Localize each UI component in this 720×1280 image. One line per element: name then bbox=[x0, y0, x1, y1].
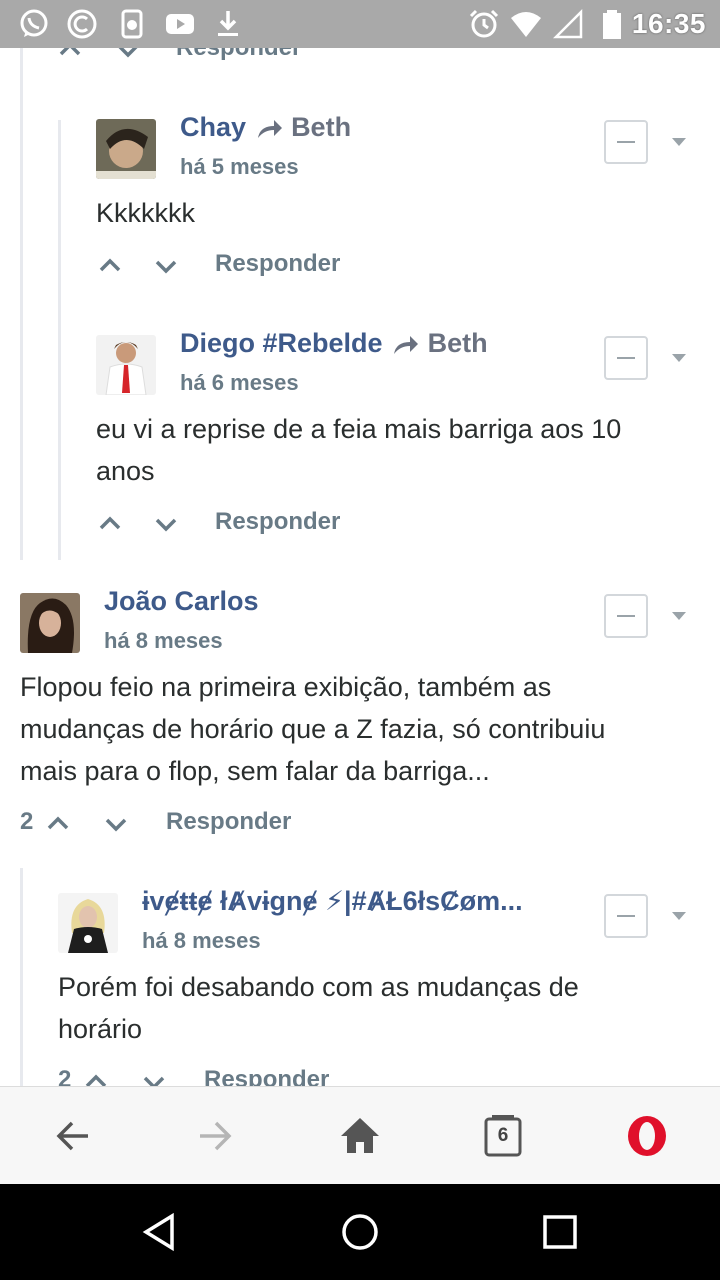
avatar[interactable] bbox=[96, 119, 156, 179]
thread-line bbox=[20, 48, 23, 560]
collapse-button[interactable] bbox=[604, 120, 648, 164]
reply-link[interactable]: Responder bbox=[215, 250, 340, 278]
comment-line: mudanças de horário que a Z fazia, só co… bbox=[20, 714, 606, 744]
phone-notification-icon bbox=[121, 9, 143, 39]
comment-body: eu vi a reprise de a feia mais barriga a… bbox=[96, 408, 696, 492]
comment-timestamp[interactable]: há 8 meses bbox=[104, 628, 223, 654]
thread-line bbox=[58, 120, 61, 560]
home-icon[interactable] bbox=[335, 1111, 385, 1161]
vote-count: 2 bbox=[20, 808, 34, 835]
comment-author[interactable]: João Carlos bbox=[104, 586, 259, 617]
comment-actions: 2 Responder bbox=[58, 1062, 458, 1086]
reply-link[interactable]: Responder bbox=[166, 808, 291, 836]
reply-to-name[interactable]: Beth bbox=[291, 112, 351, 142]
collapse-button[interactable] bbox=[604, 336, 648, 380]
collapse-button[interactable] bbox=[604, 894, 648, 938]
comment-line: eu vi a reprise de a feia mais barriga a… bbox=[96, 414, 622, 444]
comment-line: anos bbox=[96, 456, 155, 486]
reply-link[interactable]: Responder bbox=[215, 508, 340, 536]
downvote-icon[interactable] bbox=[152, 252, 180, 280]
upvote-icon[interactable] bbox=[96, 510, 124, 538]
reply-arrow-icon bbox=[394, 335, 419, 354]
opera-icon[interactable] bbox=[622, 1111, 672, 1161]
android-nav-bar bbox=[0, 1184, 720, 1280]
menu-caret-icon[interactable] bbox=[672, 612, 686, 620]
comment-timestamp[interactable]: há 6 meses bbox=[180, 370, 299, 396]
reply-link[interactable]: Responder bbox=[176, 48, 301, 62]
tabs-button[interactable]: 6 bbox=[478, 1111, 528, 1161]
downvote-icon[interactable] bbox=[152, 510, 180, 538]
menu-caret-icon[interactable] bbox=[672, 912, 686, 920]
forward-arrow-icon[interactable] bbox=[190, 1111, 240, 1161]
downvote-icon[interactable] bbox=[140, 1068, 168, 1086]
comment-actions: Responder bbox=[96, 504, 496, 544]
alarm-icon bbox=[469, 9, 499, 38]
tab-count: 6 bbox=[497, 1125, 509, 1146]
comment-author[interactable]: Diego #Rebelde Beth bbox=[180, 328, 488, 359]
downvote-icon[interactable] bbox=[114, 48, 142, 64]
back-arrow-icon[interactable] bbox=[48, 1111, 98, 1161]
comment-timestamp[interactable]: há 5 meses bbox=[180, 154, 299, 180]
comment-author[interactable]: ɨvɇŧŧɇ łȺvɨgnɇ ⚡|#ȺŁ6łsȻøm... bbox=[142, 886, 572, 917]
comments-scroll-area[interactable]: Responder Chay Beth há 5 meses Kkkkkkk R… bbox=[0, 48, 720, 1086]
downvote-icon[interactable] bbox=[102, 810, 130, 838]
thread-line bbox=[20, 868, 23, 1086]
reply-to-name[interactable]: Beth bbox=[428, 328, 488, 358]
comment-timestamp[interactable]: há 8 meses bbox=[142, 928, 261, 954]
comment-body: Kkkkkkk bbox=[96, 198, 196, 228]
battery-icon bbox=[603, 10, 621, 39]
comment-line: Flopou feio na primeira exibição, também… bbox=[20, 672, 552, 702]
vote-count: 2 bbox=[58, 1066, 72, 1086]
menu-caret-icon[interactable] bbox=[672, 138, 686, 146]
youtube-icon bbox=[166, 14, 194, 34]
menu-caret-icon[interactable] bbox=[672, 354, 686, 362]
signal-icon bbox=[552, 8, 583, 39]
collapse-button[interactable] bbox=[604, 594, 648, 638]
avatar[interactable] bbox=[20, 593, 80, 653]
comment-body: Porém foi desabando com as mudanças de h… bbox=[58, 966, 698, 1050]
recents-square-icon[interactable] bbox=[540, 1212, 580, 1252]
whatsapp-icon bbox=[20, 9, 48, 37]
back-triangle-icon[interactable] bbox=[140, 1212, 180, 1252]
comment-line: horário bbox=[58, 1014, 143, 1044]
comment-actions: 2 Responder bbox=[20, 804, 420, 844]
upvote-icon[interactable] bbox=[82, 1068, 110, 1086]
copyright-icon bbox=[67, 9, 97, 39]
avatar[interactable] bbox=[58, 893, 118, 953]
wifi-icon bbox=[511, 12, 541, 37]
download-icon bbox=[218, 11, 238, 36]
upvote-icon[interactable] bbox=[56, 48, 84, 64]
comment-line: mais para o flop, sem falar da barriga..… bbox=[20, 756, 490, 786]
avatar[interactable] bbox=[96, 335, 156, 395]
comment-body: Flopou feio na primeira exibição, também… bbox=[20, 666, 710, 792]
reply-arrow-icon bbox=[257, 119, 282, 138]
top-partial-actions: Responder bbox=[56, 48, 456, 70]
browser-toolbar: 6 bbox=[0, 1086, 720, 1184]
comment-line: Porém foi desabando com as mudanças de bbox=[58, 972, 579, 1002]
status-time: 16:35 bbox=[631, 8, 706, 39]
comment-author[interactable]: Chay Beth bbox=[180, 112, 351, 143]
home-circle-icon[interactable] bbox=[340, 1212, 380, 1252]
reply-link[interactable]: Responder bbox=[204, 1066, 329, 1086]
comment-actions: Responder bbox=[96, 246, 496, 286]
upvote-icon[interactable] bbox=[44, 810, 72, 838]
upvote-icon[interactable] bbox=[96, 252, 124, 280]
status-bar: 16:35 bbox=[0, 0, 720, 48]
